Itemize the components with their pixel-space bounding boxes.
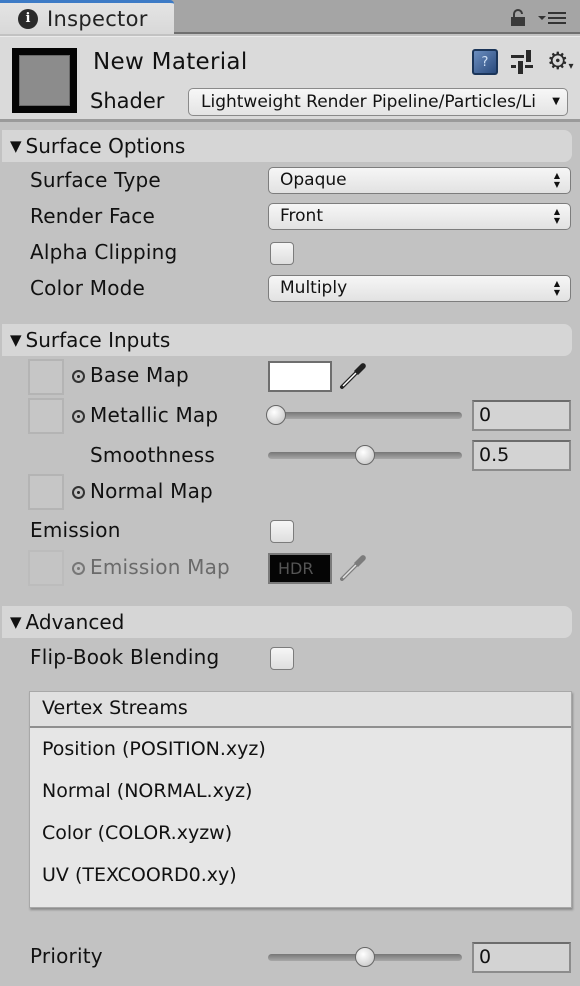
- emission-checkbox[interactable]: [270, 520, 294, 543]
- section-advanced[interactable]: ▼ Advanced: [2, 606, 572, 638]
- presets-icon[interactable]: [511, 50, 533, 74]
- normal-map-label: Normal Map: [90, 479, 213, 503]
- emission-map-texture-slot: [28, 550, 64, 586]
- metallic-map-label: Metallic Map: [90, 403, 219, 427]
- surface-type-label: Surface Type: [30, 168, 161, 192]
- alpha-clipping-label: Alpha Clipping: [30, 240, 178, 264]
- normal-map-texture-slot[interactable]: [28, 474, 64, 510]
- metallic-slider-thumb[interactable]: [266, 405, 286, 425]
- section-surface-inputs[interactable]: ▼ Surface Inputs: [2, 324, 572, 356]
- color-mode-label: Color Mode: [30, 276, 146, 300]
- flip-book-blending-checkbox[interactable]: [270, 647, 294, 670]
- metallic-map-texture-slot[interactable]: [28, 398, 64, 434]
- surface-type-dropdown[interactable]: Opaque ▲ ▼: [268, 167, 571, 194]
- list-item[interactable]: Color (COLOR.xyzw): [30, 812, 571, 854]
- material-header: New Material Shader Lightweight Render P…: [0, 36, 580, 122]
- emission-hdr-color-swatch: HDR: [268, 553, 332, 584]
- smoothness-value-field[interactable]: 0.5: [472, 440, 571, 471]
- help-icon[interactable]: ?: [472, 49, 498, 75]
- priority-value-field[interactable]: 0: [472, 942, 571, 973]
- object-picker-icon: [72, 562, 85, 575]
- shader-dropdown[interactable]: Lightweight Render Pipeline/Particles/Li…: [188, 88, 568, 116]
- chevron-down-icon: ▼: [552, 96, 560, 107]
- tab-inspector[interactable]: i Inspector: [0, 0, 174, 34]
- foldout-arrow-icon: ▼: [10, 331, 22, 349]
- metallic-slider-track[interactable]: [268, 412, 462, 419]
- base-map-color-swatch[interactable]: [268, 361, 332, 392]
- section-title: Surface Options: [25, 134, 186, 158]
- base-map-texture-slot[interactable]: [28, 359, 64, 395]
- shader-label: Shader: [90, 89, 165, 113]
- emission-label: Emission: [30, 518, 121, 542]
- eyedropper-icon[interactable]: [338, 361, 368, 391]
- vertex-streams-header: Vertex Streams: [30, 692, 571, 728]
- priority-label: Priority: [30, 944, 103, 968]
- render-face-value: Front: [280, 206, 323, 226]
- object-picker-icon[interactable]: [72, 486, 85, 499]
- section-title: Advanced: [25, 610, 125, 634]
- material-preview-swatch: [19, 55, 70, 106]
- vertex-streams-list: Vertex Streams Position (POSITION.xyz) N…: [29, 691, 572, 908]
- smoothness-label: Smoothness: [90, 443, 215, 467]
- priority-slider-thumb[interactable]: [355, 947, 375, 967]
- flip-book-blending-label: Flip-Book Blending: [30, 645, 220, 669]
- list-item[interactable]: Normal (NORMAL.xyz): [30, 770, 571, 812]
- list-item[interactable]: UV (TEXCOORD0.xy): [30, 854, 571, 896]
- section-surface-options[interactable]: ▼ Surface Options: [2, 130, 572, 162]
- updown-arrows-icon: ▲ ▼: [553, 171, 560, 189]
- tab-bar: i Inspector: [0, 0, 580, 34]
- alpha-clipping-checkbox[interactable]: [270, 242, 294, 265]
- lock-icon[interactable]: [510, 9, 526, 26]
- shader-value: Lightweight Render Pipeline/Particles/Li: [201, 92, 536, 112]
- surface-type-value: Opaque: [280, 170, 347, 190]
- eyedropper-icon: [340, 555, 366, 581]
- tab-title: Inspector: [47, 6, 148, 31]
- section-title: Surface Inputs: [25, 328, 171, 352]
- updown-arrows-icon: ▲ ▼: [553, 207, 560, 225]
- foldout-arrow-icon: ▼: [10, 613, 22, 631]
- material-name: New Material: [93, 49, 248, 75]
- color-mode-dropdown[interactable]: Multiply ▲ ▼: [268, 275, 571, 302]
- smoothness-slider-thumb[interactable]: [355, 445, 375, 465]
- object-picker-icon[interactable]: [72, 370, 85, 383]
- gear-icon[interactable]: ⚙▾: [547, 49, 577, 75]
- render-face-dropdown[interactable]: Front ▲ ▼: [268, 203, 571, 230]
- emission-map-label: Emission Map: [90, 555, 230, 579]
- object-picker-icon[interactable]: [72, 410, 85, 423]
- render-face-label: Render Face: [30, 204, 155, 228]
- updown-arrows-icon: ▲ ▼: [553, 279, 560, 297]
- material-preview: [12, 48, 77, 113]
- foldout-arrow-icon: ▼: [10, 137, 22, 155]
- base-map-label: Base Map: [90, 363, 189, 387]
- tab-menu-icon[interactable]: [538, 11, 568, 25]
- color-mode-value: Multiply: [280, 278, 348, 298]
- list-item[interactable]: Position (POSITION.xyz): [30, 728, 571, 770]
- metallic-value-field[interactable]: 0: [472, 400, 571, 431]
- info-icon: i: [18, 8, 38, 29]
